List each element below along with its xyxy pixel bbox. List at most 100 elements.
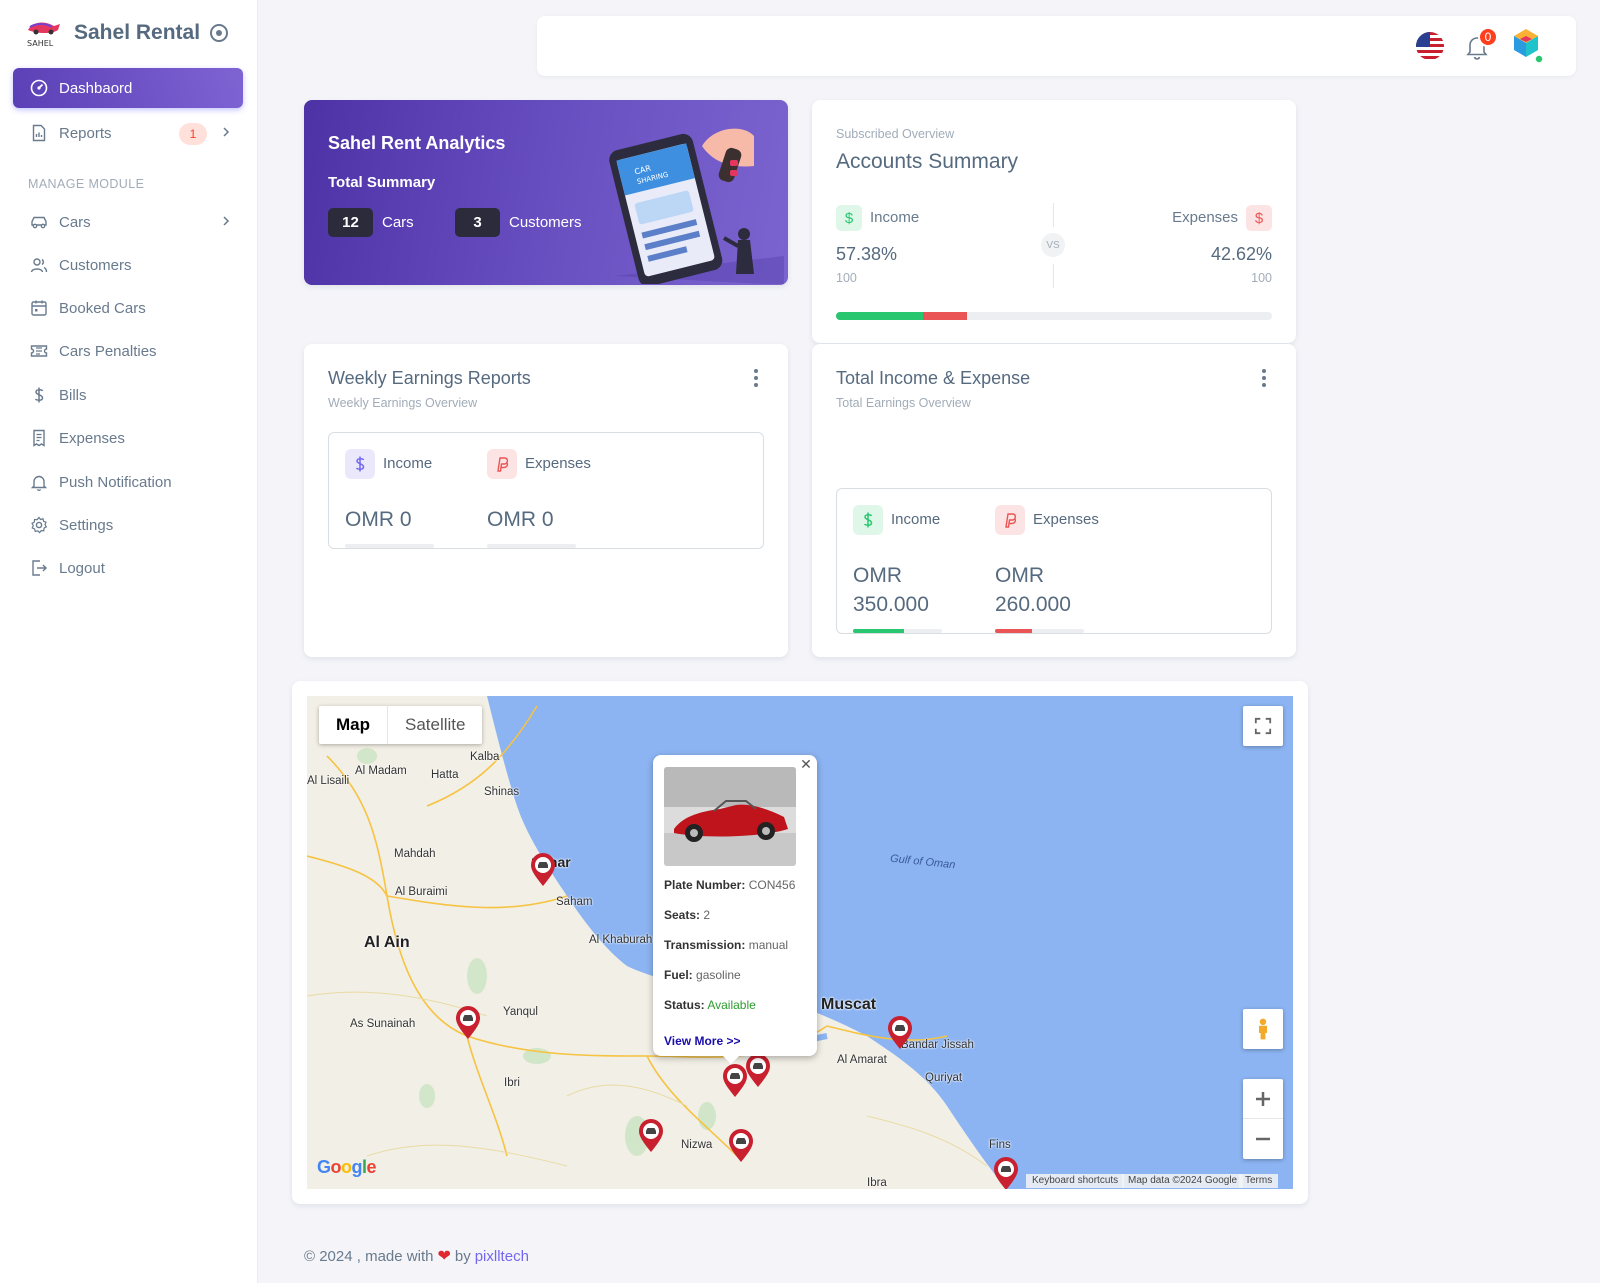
sidebar-item-label: Bills — [59, 386, 87, 404]
map-label: Ibri — [504, 1077, 520, 1089]
map-type-satellite-button[interactable]: Satellite — [388, 706, 482, 744]
transmission-value: manual — [748, 938, 789, 952]
expenses-dollar-icon: $ — [1246, 205, 1272, 231]
map-label: Al Lisaili — [307, 775, 350, 787]
report-icon — [30, 124, 48, 142]
sidebar-item-settings[interactable]: Settings — [13, 505, 243, 545]
sidebar-item-bills[interactable]: Bills — [13, 375, 243, 415]
car-marker-icon[interactable] — [887, 1016, 913, 1050]
accounts-overline: Subscribed Overview — [836, 127, 955, 141]
map-label: Saham — [556, 896, 593, 908]
zoom-in-icon[interactable] — [1243, 1079, 1283, 1119]
car-photo — [664, 767, 796, 866]
status-row: Status: Available — [664, 998, 756, 1012]
customers-count: 3 — [455, 208, 500, 237]
map-label: Al Khaburah — [589, 934, 653, 946]
map-label: Nizwa — [681, 1139, 713, 1151]
car-marker-icon[interactable] — [455, 1006, 481, 1040]
keyboard-shortcuts-link[interactable]: Keyboard shortcuts — [1026, 1174, 1125, 1188]
map-label: Mahdah — [394, 848, 436, 860]
user-avatar[interactable] — [1510, 26, 1546, 66]
footer-author-link[interactable]: pixlltech — [475, 1248, 529, 1265]
footer-text: © 2024 , made with — [304, 1247, 434, 1265]
status-value: Available — [707, 998, 756, 1012]
sidebar-item-label: Cars — [59, 213, 91, 231]
expenses-base: 100 — [1251, 271, 1272, 285]
weekly-income-stat: Income OMR 0 — [345, 449, 465, 549]
sidebar-item-cars-penalties[interactable]: Cars Penalties — [13, 331, 243, 371]
map-type-map-button[interactable]: Map — [319, 706, 388, 744]
google-map[interactable]: Kalba Al Madam Hatta Al Lisaili Shinas M… — [307, 696, 1293, 1189]
map-card: Kalba Al Madam Hatta Al Lisaili Shinas M… — [292, 681, 1308, 1204]
fuel-row: Fuel: gasoline — [664, 968, 741, 982]
sidebar-item-dashboard[interactable]: Dashbaord — [13, 68, 243, 108]
brand[interactable]: SAHEL Sahel Rental — [24, 16, 229, 50]
cars-count: 12 — [328, 208, 373, 237]
car-info-popup: ✕ Plate Number: CON456 Seats: 2 Transmis… — [653, 755, 817, 1064]
car-marker-icon[interactable] — [993, 1157, 1019, 1189]
map-label: Kalba — [470, 751, 500, 763]
dollar-icon — [30, 386, 48, 404]
dollar-icon — [853, 505, 883, 535]
plate-number-row: Plate Number: CON456 — [664, 878, 796, 892]
total-expenses-label: Expenses — [1033, 511, 1099, 528]
total-income-stat: Income OMR 350.000 — [853, 505, 983, 635]
app-title: Sahel Rental — [74, 21, 201, 44]
ticket-icon — [30, 342, 48, 360]
paypal-icon — [487, 449, 517, 479]
close-icon[interactable]: ✕ — [799, 757, 813, 771]
gear-icon — [30, 516, 48, 534]
sidebar-item-label: Booked Cars — [59, 299, 146, 317]
weekly-expenses-stat: Expenses OMR 0 — [487, 449, 627, 549]
analytics-title: Sahel Rent Analytics — [328, 133, 506, 153]
svg-text:SAHEL: SAHEL — [27, 39, 54, 48]
total-income-fill — [853, 629, 904, 633]
zoom-out-icon[interactable] — [1243, 1119, 1283, 1159]
car-sharing-illustration: CAR SHARING — [609, 128, 784, 284]
language-flag-icon[interactable] — [1416, 32, 1444, 60]
total-subtitle: Total Earnings Overview — [836, 396, 971, 410]
view-more-link[interactable]: View More >> — [664, 1034, 740, 1048]
map-label: Ibra — [867, 1177, 887, 1189]
expenses-label: Expenses — [1172, 209, 1238, 226]
heart-icon: ❤ — [437, 1248, 451, 1265]
sidebar-item-logout[interactable]: Logout — [13, 548, 243, 588]
dashboard-icon — [30, 79, 48, 97]
more-vertical-icon[interactable] — [754, 369, 758, 387]
sidebar-item-label: Reports — [59, 124, 112, 142]
sidebar-item-reports[interactable]: Reports 1 — [13, 113, 243, 153]
sidebar-toggle-icon[interactable] — [210, 24, 229, 42]
total-expenses-amount: 260.000 — [995, 593, 1071, 616]
analytics-subtitle: Total Summary — [328, 174, 436, 191]
total-income-expense-card: Total Income & Expense Total Earnings Ov… — [812, 344, 1296, 657]
vs-badge: VS — [1041, 233, 1065, 257]
car-marker-icon[interactable] — [745, 1054, 771, 1088]
income-progress-fill — [836, 312, 924, 320]
vs-divider-bottom — [1053, 264, 1054, 288]
sidebar-item-expenses[interactable]: Expenses — [13, 418, 243, 458]
sidebar-item-cars[interactable]: Cars — [13, 202, 243, 242]
calendar-icon — [30, 299, 48, 317]
total-stats-box: Income OMR 350.000 Expenses OMR 260.000 — [836, 488, 1272, 634]
receipt-icon — [30, 429, 48, 447]
terms-link[interactable]: Terms — [1239, 1174, 1279, 1188]
income-percent: 57.38% — [836, 244, 898, 264]
sidebar-item-push-notification[interactable]: Push Notification — [13, 462, 243, 502]
car-marker-icon[interactable] — [638, 1119, 664, 1153]
car-marker-icon[interactable] — [728, 1129, 754, 1163]
cars-label: Cars — [382, 214, 414, 231]
fullscreen-icon[interactable] — [1243, 706, 1283, 746]
sidebar-item-customers[interactable]: Customers — [13, 245, 243, 285]
map-type-control[interactable]: Map Satellite — [319, 706, 483, 744]
more-vertical-icon[interactable] — [1262, 369, 1266, 387]
street-view-pegman-icon[interactable] — [1243, 1009, 1283, 1049]
total-expenses-currency: OMR — [995, 564, 1044, 587]
sidebar: SAHEL Sahel Rental Dashbaord Reports 1 M… — [0, 0, 258, 1283]
customers-label: Customers — [509, 214, 582, 231]
total-expenses-stat: Expenses OMR 260.000 — [995, 505, 1135, 635]
total-income-currency: OMR — [853, 564, 902, 587]
map-label: Shinas — [484, 786, 520, 798]
sidebar-item-booked-cars[interactable]: Booked Cars — [13, 288, 243, 328]
car-marker-icon[interactable] — [530, 853, 556, 887]
map-data-attribution: Map data ©2024 Google — [1122, 1174, 1244, 1188]
